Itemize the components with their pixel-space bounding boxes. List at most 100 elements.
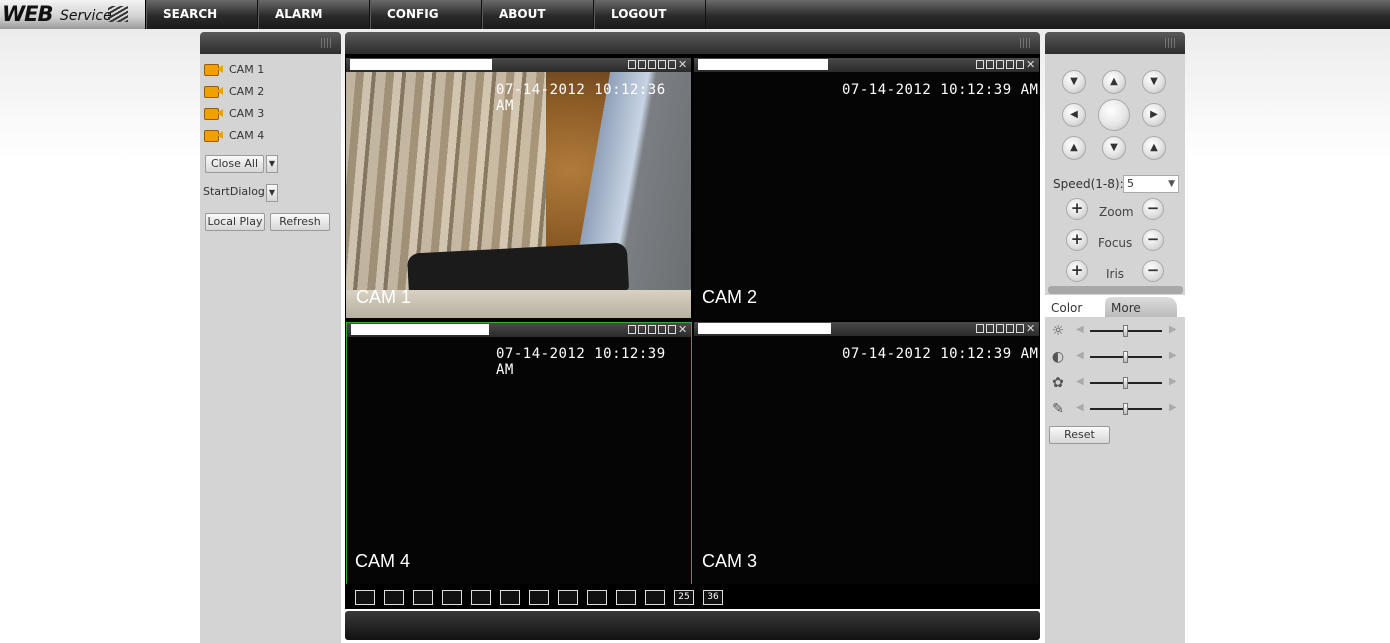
hue-slider[interactable]: ✎ ◀ ▶	[1048, 399, 1182, 419]
layout-8-button[interactable]	[529, 590, 549, 605]
focus-out-button[interactable]: −	[1142, 229, 1164, 251]
layout-stream-button[interactable]	[384, 590, 404, 605]
slider-right-arrow-icon[interactable]: ▶	[1169, 350, 1177, 361]
video-panel-header[interactable]	[345, 32, 1040, 54]
camera-icon[interactable]	[658, 325, 666, 334]
layout-20-button[interactable]	[645, 590, 665, 605]
slider-left-arrow-icon[interactable]: ◀	[1076, 376, 1084, 387]
close-icon[interactable]: ✕	[1026, 59, 1035, 70]
layout-1-button[interactable]	[442, 590, 462, 605]
collapse-ptz-handle[interactable]	[1048, 286, 1183, 294]
audio-icon[interactable]	[1016, 324, 1024, 333]
nav-search[interactable]: SEARCH	[146, 0, 258, 29]
camera-item-3[interactable]: CAM 3	[204, 104, 264, 122]
ptz-up-button[interactable]: ▲	[1102, 70, 1126, 94]
video-window-cam4[interactable]: ✕ 07-14-2012 10:12:39 AM CAM 4	[346, 322, 692, 585]
zoom-out-button[interactable]: −	[1142, 198, 1164, 220]
zoom-in-button[interactable]: +	[1066, 198, 1088, 220]
zoom-icon[interactable]	[996, 60, 1004, 69]
ptz-up-left-button[interactable]: ▼	[1062, 70, 1086, 94]
layout-6-button[interactable]	[500, 590, 520, 605]
slider-thumb[interactable]	[1123, 377, 1128, 389]
tab-color[interactable]: Color	[1045, 297, 1107, 317]
camera-icon[interactable]	[1006, 324, 1014, 333]
ptz-center-button[interactable]	[1098, 99, 1130, 131]
camera-item-1[interactable]: CAM 1	[204, 60, 264, 78]
brightness-slider[interactable]: ☼ ◀ ▶	[1048, 321, 1182, 341]
ptz-down-button[interactable]: ▼	[1102, 136, 1126, 160]
video-window-cam1[interactable]: ✕ 07-14-2012 10:12:36 AM CAM 1	[346, 58, 691, 320]
slider-left-arrow-icon[interactable]: ◀	[1076, 350, 1084, 361]
snapshot-icon[interactable]	[986, 324, 994, 333]
layout-fit-button[interactable]	[413, 590, 433, 605]
camera-icon[interactable]	[658, 60, 666, 69]
web-service-logo: WEB Service	[0, 0, 146, 29]
close-icon[interactable]: ✕	[678, 324, 687, 335]
ptz-right-button[interactable]: ▶	[1142, 103, 1166, 127]
close-all-button[interactable]: Close All	[205, 155, 264, 173]
logo-sub-text: Service	[60, 8, 112, 24]
start-dialog-dropdown-icon[interactable]: ▼	[266, 184, 278, 202]
iris-close-button[interactable]: −	[1142, 260, 1164, 282]
layout-4-button[interactable]	[471, 590, 491, 605]
close-all-dropdown-icon[interactable]: ▼	[266, 155, 278, 173]
slider-left-arrow-icon[interactable]: ◀	[1076, 324, 1084, 335]
close-icon[interactable]: ✕	[1026, 323, 1035, 334]
layout-25-button[interactable]: 25	[674, 590, 694, 605]
ptz-down-right-button[interactable]: ▲	[1142, 136, 1166, 160]
layout-16-button[interactable]	[616, 590, 636, 605]
tab-more[interactable]: More	[1105, 297, 1177, 317]
ptz-left-button[interactable]: ◀	[1062, 103, 1086, 127]
snapshot-icon[interactable]	[638, 60, 646, 69]
left-panel-header[interactable]	[200, 32, 341, 54]
audio-icon[interactable]	[1016, 60, 1024, 69]
refresh-button[interactable]: Refresh	[270, 213, 330, 231]
contrast-slider[interactable]: ◐ ◀ ▶	[1048, 347, 1182, 367]
layout-9-button[interactable]	[558, 590, 578, 605]
snapshot-icon[interactable]	[986, 60, 994, 69]
slider-thumb[interactable]	[1123, 351, 1128, 363]
camera-item-2[interactable]: CAM 2	[204, 82, 264, 100]
zoom-icon[interactable]	[996, 324, 1004, 333]
iris-open-button[interactable]: +	[1066, 260, 1088, 282]
layout-13-button[interactable]	[587, 590, 607, 605]
nav-about[interactable]: ABOUT	[482, 0, 594, 29]
snapshot-icon[interactable]	[638, 325, 646, 334]
nav-config[interactable]: CONFIG	[370, 0, 482, 29]
camera-item-4[interactable]: CAM 4	[204, 126, 264, 144]
local-play-button[interactable]: Local Play	[205, 213, 265, 231]
audio-icon[interactable]	[668, 325, 676, 334]
nav-alarm[interactable]: ALARM	[258, 0, 370, 29]
video-title-bar: ✕	[694, 58, 1039, 72]
focus-in-button[interactable]: +	[1066, 229, 1088, 251]
saturation-slider[interactable]: ✿ ◀ ▶	[1048, 373, 1182, 393]
nav-logout[interactable]: LOGOUT	[594, 0, 706, 29]
ptz-up-right-button[interactable]: ▼	[1142, 70, 1166, 94]
video-title-redacted	[698, 323, 831, 334]
slider-right-arrow-icon[interactable]: ▶	[1169, 376, 1177, 387]
slider-left-arrow-icon[interactable]: ◀	[1076, 402, 1084, 413]
video-window-cam2[interactable]: ✕ 07-14-2012 10:12:39 AM CAM 2	[694, 58, 1039, 320]
iris-label: Iris	[1106, 267, 1125, 281]
camera-icon[interactable]	[1006, 60, 1014, 69]
layout-36-button[interactable]: 36	[703, 590, 723, 605]
ptz-down-left-button[interactable]: ▲	[1062, 136, 1086, 160]
slider-thumb[interactable]	[1123, 403, 1128, 415]
slider-thumb[interactable]	[1123, 325, 1128, 337]
record-icon[interactable]	[976, 60, 984, 69]
audio-icon[interactable]	[668, 60, 676, 69]
ptz-panel-header[interactable]	[1045, 32, 1185, 54]
zoom-icon[interactable]	[648, 325, 656, 334]
layout-fullscreen-button[interactable]	[355, 590, 375, 605]
speed-select[interactable]: 5 ▼	[1123, 175, 1179, 193]
zoom-icon[interactable]	[648, 60, 656, 69]
slider-right-arrow-icon[interactable]: ▶	[1169, 402, 1177, 413]
slider-right-arrow-icon[interactable]: ▶	[1169, 324, 1177, 335]
record-icon[interactable]	[628, 60, 636, 69]
start-dialog-select[interactable]: StartDialog	[203, 184, 265, 202]
reset-button[interactable]: Reset	[1049, 426, 1110, 444]
close-icon[interactable]: ✕	[678, 59, 687, 70]
video-window-cam3[interactable]: ✕ 07-14-2012 10:12:39 AM CAM 3	[694, 322, 1039, 584]
record-icon[interactable]	[976, 324, 984, 333]
record-icon[interactable]	[628, 325, 636, 334]
